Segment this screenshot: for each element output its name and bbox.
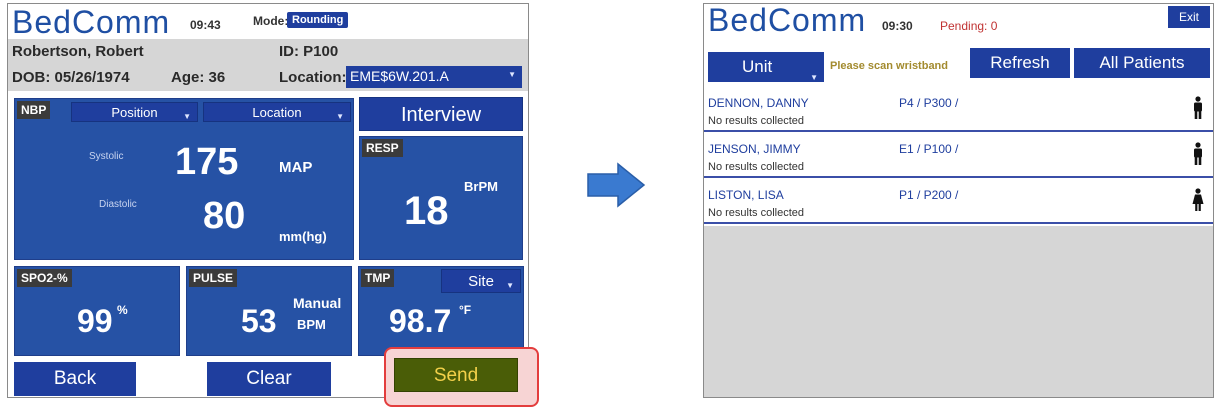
interview-button[interactable]: Interview xyxy=(359,97,523,131)
caret-down-icon: ▼ xyxy=(336,112,344,121)
patient-list: DENNON, DANNY P4 / P300 / No results col… xyxy=(704,88,1213,226)
mode-badge: Rounding xyxy=(287,12,349,28)
send-button[interactable]: Send xyxy=(394,358,518,392)
site-label: Site xyxy=(468,273,494,290)
male-icon xyxy=(1194,96,1202,119)
clear-button[interactable]: Clear xyxy=(207,362,331,396)
systolic-label: Systolic xyxy=(89,151,124,162)
male-icon xyxy=(1194,142,1202,165)
spo2-panel: SPO2-% 99 % xyxy=(14,266,180,356)
clock: 09:30 xyxy=(882,19,913,33)
pulse-manual-label: Manual xyxy=(293,295,342,311)
patient-id: ID: P100 xyxy=(279,43,339,60)
unit-dropdown[interactable]: Unit ▼ xyxy=(708,52,824,82)
result-status: No results collected xyxy=(708,115,804,127)
clock: 09:43 xyxy=(190,18,221,32)
patient-age: Age: 36 xyxy=(171,69,226,86)
patient-name: DENNON, DANNY xyxy=(708,96,809,110)
result-status: No results collected xyxy=(708,161,804,173)
caret-down-icon: ▼ xyxy=(506,281,514,290)
bed-assignment: P1 / P200 / xyxy=(899,188,959,202)
female-icon xyxy=(1192,188,1204,211)
list-item[interactable]: LISTON, LISA P1 / P200 / No results coll… xyxy=(704,180,1213,224)
bed-assignment: E1 / P100 / xyxy=(899,142,959,156)
patient-info-bar: Robertson, Robert ID: P100 DOB: 05/26/19… xyxy=(8,39,528,91)
bedcomm-logo: BedComm xyxy=(12,4,171,40)
scan-wristband-note: Please scan wristband xyxy=(830,60,948,72)
spo2-value[interactable]: 99 xyxy=(77,303,113,340)
patient-name: Robertson, Robert xyxy=(12,43,144,60)
refresh-button[interactable]: Refresh xyxy=(970,48,1070,78)
position-dropdown[interactable]: Position ▼ xyxy=(71,102,198,122)
patient-dob: DOB: 05/26/1974 xyxy=(12,69,130,86)
right-arrow-icon xyxy=(587,162,646,208)
resp-panel: RESP 18 BrPM xyxy=(359,136,523,260)
position-label: Position xyxy=(111,105,158,120)
nbp-unit: mm(hg) xyxy=(279,229,327,244)
nbp-tag: NBP xyxy=(17,101,51,119)
nbp-location-label: Location xyxy=(252,105,302,120)
pending-count: Pending: 0 xyxy=(940,19,998,33)
pulse-unit: BPM xyxy=(297,317,326,332)
caret-down-icon: ▼ xyxy=(183,112,191,121)
tmp-value[interactable]: 98.7 xyxy=(389,303,451,340)
location-value: EME$6W.201.A xyxy=(350,68,449,84)
mode-label: Mode: xyxy=(253,14,289,28)
site-dropdown[interactable]: Site ▼ xyxy=(441,269,521,293)
list-item[interactable]: DENNON, DANNY P4 / P300 / No results col… xyxy=(704,88,1213,132)
pulse-panel: PULSE 53 Manual BPM xyxy=(186,266,352,356)
stage: BedComm 09:43 Mode: Rounding Robertson, … xyxy=(0,0,1217,409)
all-patients-button[interactable]: All Patients xyxy=(1074,48,1210,78)
exit-button[interactable]: Exit xyxy=(1168,6,1210,28)
list-item[interactable]: JENSON, JIMMY E1 / P100 / No results col… xyxy=(704,134,1213,178)
nbp-panel: NBP Position ▼ Location ▼ Systolic Diast… xyxy=(14,98,354,260)
tmp-panel: TMP Site ▼ 98.7 °F xyxy=(358,266,524,356)
resp-unit: BrPM xyxy=(464,179,498,194)
patient-name: JENSON, JIMMY xyxy=(708,142,801,156)
tmp-tag: TMP xyxy=(361,269,395,287)
bedcomm-logo: BedComm xyxy=(708,2,867,38)
diastolic-label: Diastolic xyxy=(99,199,137,210)
pulse-value[interactable]: 53 xyxy=(241,303,277,340)
patient-name: LISTON, LISA xyxy=(708,188,784,202)
systolic-value[interactable]: 175 xyxy=(175,141,238,184)
location-select[interactable]: EME$6W.201.A ▼ xyxy=(346,66,522,88)
caret-down-icon: ▼ xyxy=(508,70,516,79)
result-status: No results collected xyxy=(708,207,804,219)
tmp-unit: °F xyxy=(459,303,472,317)
bed-assignment: P4 / P300 / xyxy=(899,96,959,110)
vitals-screen: BedComm 09:43 Mode: Rounding Robertson, … xyxy=(7,3,529,398)
spo2-tag: SPO2-% xyxy=(17,269,72,287)
nbp-location-dropdown[interactable]: Location ▼ xyxy=(203,102,351,122)
location-label: Location: xyxy=(279,69,347,86)
unit-label: Unit xyxy=(742,57,773,76)
spo2-unit: % xyxy=(117,303,128,317)
pulse-tag: PULSE xyxy=(189,269,238,287)
patient-list-screen: BedComm 09:30 Pending: 0 Exit Unit ▼ Ple… xyxy=(703,2,1214,398)
resp-tag: RESP xyxy=(362,139,403,157)
app-header: BedComm 09:43 Mode: Rounding xyxy=(8,4,528,40)
back-button[interactable]: Back xyxy=(14,362,136,396)
app-header: BedComm 09:30 Pending: 0 Exit Unit ▼ Ple… xyxy=(704,2,1213,88)
diastolic-value[interactable]: 80 xyxy=(203,195,245,238)
resp-value[interactable]: 18 xyxy=(404,189,449,234)
map-label: MAP xyxy=(279,159,313,176)
